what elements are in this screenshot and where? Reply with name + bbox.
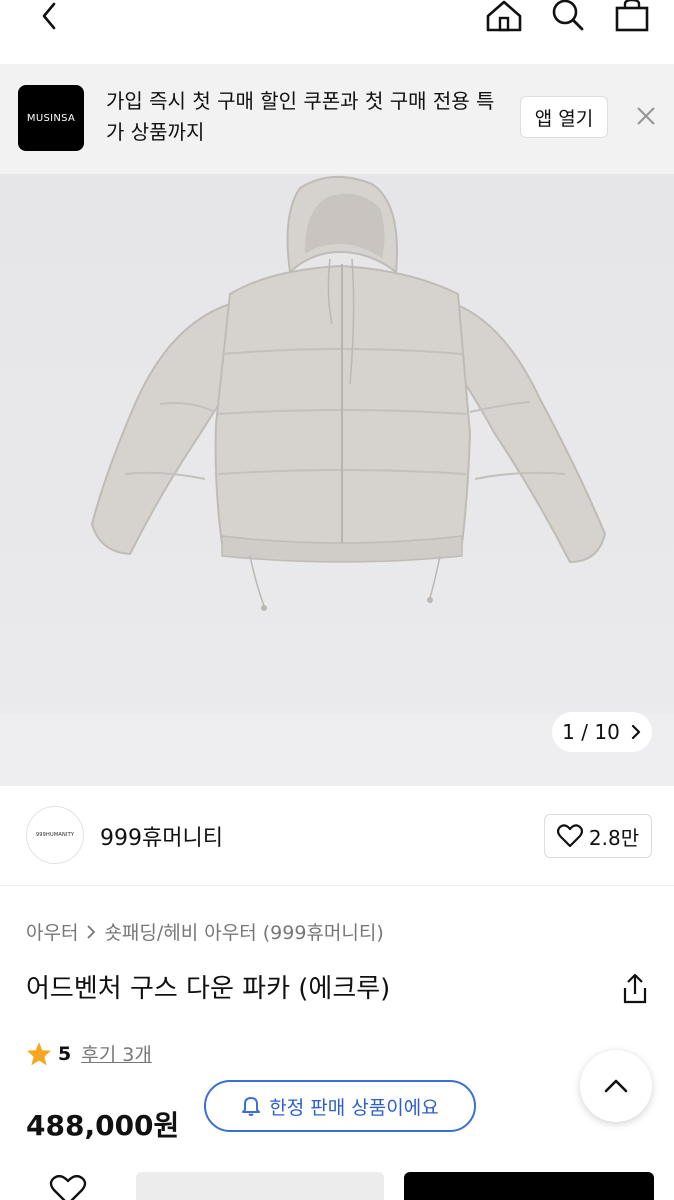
breadcrumb-item-category[interactable]: 숏패딩/헤비 아우터 (999휴머니티) — [104, 918, 383, 945]
breadcrumb: 아우터 숏패딩/헤비 아우터 (999휴머니티) — [26, 918, 384, 945]
bell-icon — [242, 1097, 261, 1116]
limited-sale-badge[interactable]: 한정 판매 상품이에요 — [204, 1080, 476, 1132]
like-count: 2.8만 — [588, 825, 640, 850]
share-icon — [623, 973, 647, 1004]
close-banner-button[interactable] — [628, 98, 664, 134]
limited-sale-label: 한정 판매 상품이에요 — [269, 1096, 439, 1119]
open-app-button[interactable]: 앱 열기 — [520, 96, 608, 138]
chevron-right-icon — [631, 724, 640, 740]
search-button[interactable] — [546, 0, 590, 36]
promo-message: 가입 즉시 첫 구매 할인 쿠폰과 첫 구매 전용 특가 상품까지 — [106, 89, 495, 144]
close-icon — [637, 107, 655, 125]
product-image-gallery[interactable]: 1 / 10 — [0, 174, 674, 786]
chevron-right-icon — [87, 924, 96, 939]
cart-button[interactable] — [610, 0, 654, 36]
shopping-bag-icon — [615, 0, 649, 32]
product-price: 488,000원 — [26, 1109, 180, 1142]
gallery-counter[interactable]: 1 / 10 — [552, 712, 652, 752]
brand-like-button[interactable]: 2.8만 — [544, 814, 652, 858]
chevron-up-icon — [604, 1079, 628, 1093]
breadcrumb-item-outer[interactable]: 아우터 — [26, 918, 78, 945]
gallery-counter-text: 1 / 10 — [562, 720, 620, 744]
wishlist-button[interactable] — [48, 1174, 88, 1200]
rating-row: 5 후기 3개 — [26, 1040, 152, 1067]
brand-logo[interactable]: 999HUMANITY — [26, 806, 84, 864]
brand-name[interactable]: 999휴머니티 — [100, 820, 223, 852]
primary-action-button[interactable] — [404, 1172, 654, 1200]
secondary-action-button[interactable] — [136, 1172, 384, 1200]
home-icon — [486, 0, 522, 32]
brand-row: 999HUMANITY 999휴머니티 2.8만 — [0, 786, 674, 886]
top-navigation — [0, 0, 674, 64]
chevron-left-icon — [42, 2, 56, 30]
musinsa-logo: MUSINSA — [18, 85, 84, 151]
rating-score: 5 — [58, 1042, 72, 1065]
back-button[interactable] — [30, 0, 70, 36]
heart-icon — [556, 824, 583, 848]
heart-icon — [49, 1174, 87, 1200]
app-promo-banner: MUSINSA 가입 즉시 첫 구매 할인 쿠폰과 첫 구매 전용 특가 상품까… — [0, 64, 674, 174]
search-icon — [552, 0, 584, 31]
share-button[interactable] — [620, 972, 650, 1006]
reviews-link[interactable]: 후기 3개 — [81, 1040, 152, 1067]
scroll-to-top-button[interactable] — [580, 1050, 652, 1122]
product-title: 어드벤처 구스 다운 파카 (에크루) — [26, 974, 391, 1004]
home-button[interactable] — [482, 0, 526, 36]
product-image — [90, 175, 607, 611]
star-icon — [27, 1041, 51, 1065]
